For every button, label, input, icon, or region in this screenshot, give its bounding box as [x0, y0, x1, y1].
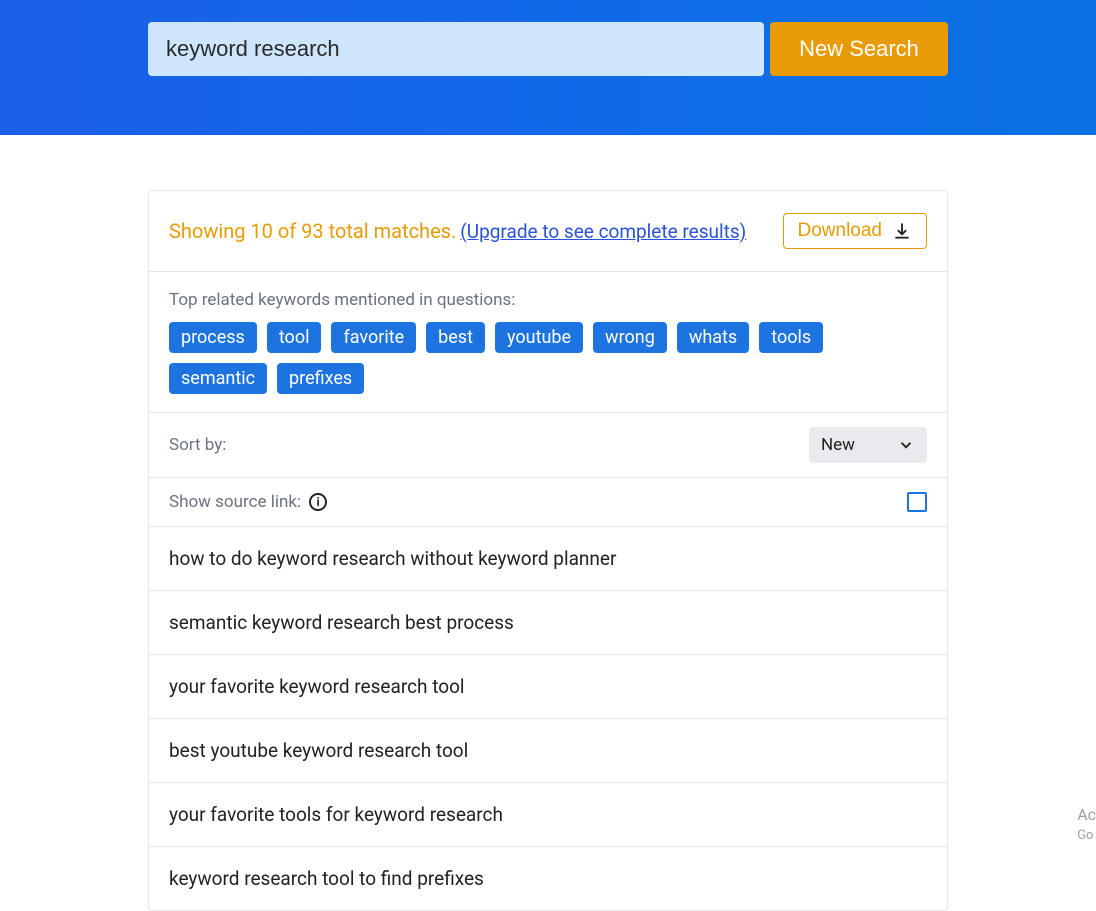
download-button[interactable]: Download: [783, 213, 928, 249]
tag-process[interactable]: process: [169, 322, 257, 353]
show-source-row: Show source link: i: [149, 478, 947, 527]
result-item[interactable]: keyword research tool to find prefixes: [149, 847, 947, 910]
matches-count-text: Showing 10 of 93 total matches.: [169, 219, 456, 243]
result-item[interactable]: how to do keyword research without keywo…: [149, 527, 947, 591]
sort-row: Sort by: New: [149, 413, 947, 478]
sort-selected-value: New: [821, 435, 855, 455]
tag-best[interactable]: best: [426, 322, 485, 353]
tag-prefixes[interactable]: prefixes: [277, 363, 364, 394]
summary-row: Showing 10 of 93 total matches. (Upgrade…: [149, 191, 947, 272]
watermark-line1: Ac: [1077, 804, 1096, 826]
new-search-button[interactable]: New Search: [770, 22, 948, 76]
header-search-bar: New Search: [0, 0, 1096, 135]
tag-wrong[interactable]: wrong: [593, 322, 667, 353]
search-input[interactable]: [148, 22, 764, 76]
tag-tool[interactable]: tool: [267, 322, 322, 353]
tag-semantic[interactable]: semantic: [169, 363, 267, 394]
results-panel: Showing 10 of 93 total matches. (Upgrade…: [148, 190, 948, 911]
upgrade-link[interactable]: (Upgrade to see complete results): [460, 220, 746, 243]
show-source-checkbox[interactable]: [907, 492, 927, 512]
sort-label: Sort by:: [169, 435, 226, 455]
tag-youtube[interactable]: youtube: [495, 322, 583, 353]
result-item[interactable]: best youtube keyword research tool: [149, 719, 947, 783]
result-item[interactable]: your favorite keyword research tool: [149, 655, 947, 719]
download-button-label: Download: [798, 220, 883, 242]
related-keywords-row: Top related keywords mentioned in questi…: [149, 272, 947, 413]
result-item[interactable]: semantic keyword research best process: [149, 591, 947, 655]
summary-left: Showing 10 of 93 total matches. (Upgrade…: [169, 219, 746, 243]
related-heading: Top related keywords mentioned in questi…: [169, 290, 927, 310]
download-icon: [892, 221, 912, 241]
watermark-line2: Go: [1077, 827, 1096, 845]
tag-tools[interactable]: tools: [759, 322, 823, 353]
search-bar: New Search: [148, 22, 948, 76]
chevron-down-icon: [897, 436, 915, 454]
show-source-left: Show source link: i: [169, 492, 327, 512]
sort-select[interactable]: New: [809, 427, 927, 463]
watermark: Ac Go: [1077, 804, 1096, 845]
tag-whats[interactable]: whats: [677, 322, 749, 353]
show-source-label: Show source link:: [169, 492, 301, 512]
related-tags: process tool favorite best youtube wrong…: [169, 322, 927, 394]
tag-favorite[interactable]: favorite: [331, 322, 416, 353]
info-icon[interactable]: i: [309, 493, 327, 511]
content-area: Showing 10 of 93 total matches. (Upgrade…: [0, 135, 1096, 911]
result-item[interactable]: your favorite tools for keyword research: [149, 783, 947, 847]
